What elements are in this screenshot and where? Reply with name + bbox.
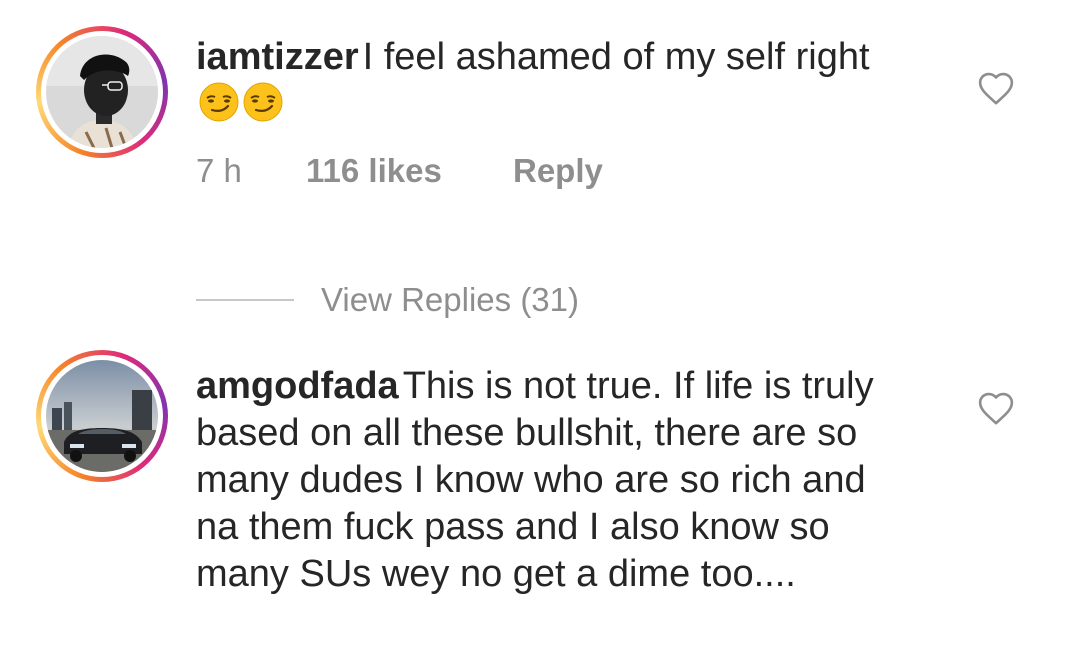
view-replies-label: View Replies (31) <box>321 281 580 318</box>
smirking-face-emoji-icon <box>198 81 240 135</box>
comment-likes-count[interactable]: 116 likes <box>306 152 513 190</box>
avatar-story-ring[interactable] <box>36 350 168 482</box>
reply-button[interactable]: Reply <box>513 152 603 190</box>
avatar <box>46 36 158 148</box>
heart-outline-icon[interactable] <box>976 70 1016 106</box>
view-replies-button[interactable]: View Replies (31) <box>196 276 579 324</box>
comment-body: I feel ashamed of my self right <box>362 36 870 78</box>
comment-username[interactable]: amgodfada <box>196 365 399 407</box>
comment-text: iamtizzer I feel ashamed of my self right <box>196 34 916 135</box>
comment-timestamp: 7 h <box>196 152 242 189</box>
view-replies-divider <box>196 299 294 301</box>
heart-outline-icon[interactable] <box>976 390 1016 426</box>
comment-meta: 7 h 116 likes Reply <box>196 152 603 190</box>
smirking-face-emoji-icon <box>242 81 284 135</box>
comment-text: amgodfada This is not true. If life is tr… <box>196 363 916 598</box>
avatar <box>46 360 158 472</box>
avatar-story-ring[interactable] <box>36 26 168 158</box>
comment-username[interactable]: iamtizzer <box>196 36 359 78</box>
